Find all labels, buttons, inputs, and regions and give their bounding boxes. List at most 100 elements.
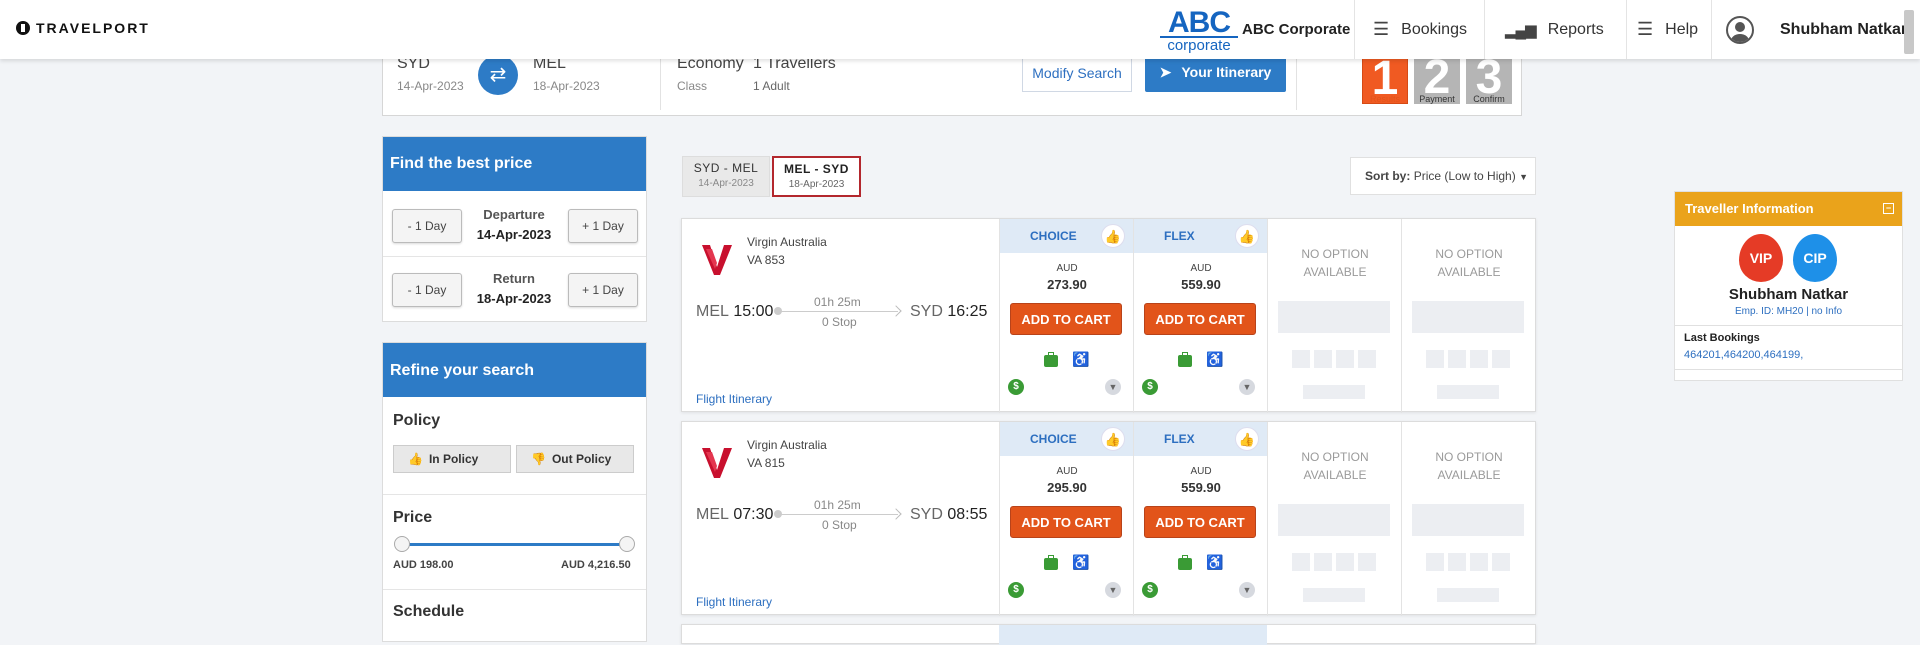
virgin-australia-logo (702, 245, 732, 275)
return-minus-day-button[interactable]: - 1 Day (392, 273, 462, 307)
swap-route-button[interactable]: ⇄ (478, 55, 518, 95)
flight-itinerary-link[interactable]: Flight Itinerary (696, 392, 772, 406)
chevron-down-icon[interactable]: ▼ (1239, 582, 1255, 598)
no-option-column: NO OPTION AVAILABLE (1401, 219, 1535, 413)
flight-card: Virgin Australia VA 815 MEL 07:30 01h 25… (681, 421, 1536, 616)
add-to-cart-button[interactable]: ADD TO CART (1010, 303, 1122, 335)
add-to-cart-button[interactable]: ADD TO CART (1010, 506, 1122, 538)
chevron-down-icon[interactable]: ▼ (1105, 379, 1121, 395)
add-to-cart-button[interactable]: ADD TO CART (1144, 506, 1256, 538)
no-option-column: NO OPTION AVAILABLE (1267, 219, 1401, 413)
no-option-text: NO OPTION AVAILABLE (1301, 247, 1369, 279)
tab-mel-syd[interactable]: MEL - SYD 18-Apr-2023 (772, 156, 861, 197)
price-slider-min-handle[interactable] (394, 536, 410, 552)
brand-name: TRAVELPORT (36, 20, 150, 36)
divider (383, 256, 646, 257)
scrollbar-thumb[interactable] (1904, 10, 1914, 54)
fare-currency: AUD (1190, 263, 1212, 274)
placeholder-block (1336, 350, 1354, 368)
divider (383, 494, 646, 495)
placeholder-block (1412, 504, 1524, 536)
price-slider-max-handle[interactable] (619, 536, 635, 552)
refund-dollar-icon: $ (1142, 379, 1158, 395)
fare-flex: FLEX 👍 AUD 559.90 ADD TO CART ♿ $ ▼ (1133, 219, 1267, 413)
corporate-logo-text: ABC (1168, 6, 1231, 39)
fare-name: CHOICE (1030, 432, 1077, 446)
stop-count: 0 Stop (822, 518, 857, 532)
menu-icon: ☰ (1637, 19, 1654, 39)
sort-dropdown[interactable]: Sort by: Price (Low to High) ▼ (1350, 157, 1536, 195)
collapse-icon[interactable]: − (1883, 203, 1894, 214)
placeholder-block (1448, 350, 1466, 368)
divider (1675, 369, 1902, 370)
tab-date: 14-Apr-2023 (698, 178, 754, 189)
fare-name: FLEX (1164, 229, 1195, 243)
sort-value: Price (Low to High) (1413, 169, 1516, 183)
placeholder-block (1278, 504, 1390, 536)
departure: MEL 15:00 (696, 303, 773, 321)
corporate-logo: ABC corporate (1160, 8, 1238, 53)
placeholder-block (1470, 553, 1488, 571)
airline-name: Virgin Australia (747, 438, 827, 452)
flight-number: VA 853 (747, 253, 785, 267)
seat-icon: ♿ (1206, 351, 1224, 367)
seat-icon: ♿ (1072, 554, 1090, 570)
seat-icon: ♿ (1072, 351, 1090, 367)
flight-duration: 01h 25m (814, 498, 861, 512)
chevron-down-icon[interactable]: ▼ (1105, 582, 1121, 598)
corporate-logo-subtext: corporate (1160, 36, 1238, 53)
flight-number: VA 815 (747, 456, 785, 470)
user-menu[interactable]: Shubham Natkar (1711, 0, 1907, 59)
fare-header-partial (999, 625, 1267, 645)
route-line (774, 510, 898, 518)
return-date: 18-Apr-2023 (476, 291, 552, 306)
thumbs-up-icon: 👍 (1235, 427, 1259, 451)
departure-label: Departure (483, 207, 545, 222)
step-2-label: Payment (1419, 94, 1455, 104)
arrival: SYD 08:55 (910, 506, 987, 524)
step-3-label: Confirm (1473, 94, 1505, 104)
placeholder-block (1336, 553, 1354, 571)
refine-title: Refine your search (383, 343, 646, 397)
nav-help[interactable]: ☰ Help (1626, 0, 1711, 59)
travelport-logo[interactable]: TRAVELPORT (16, 20, 150, 36)
return-plus-day-button[interactable]: + 1 Day (568, 273, 638, 307)
chevron-down-icon[interactable]: ▼ (1239, 379, 1255, 395)
price-min: AUD 198.00 (393, 559, 454, 571)
departure-plus-day-button[interactable]: + 1 Day (568, 209, 638, 243)
departure-minus-day-button[interactable]: - 1 Day (392, 209, 462, 243)
return-label: Return (493, 271, 535, 286)
thumbs-up-icon: 👍 (1101, 224, 1125, 248)
departure-date: 14-Apr-2023 (476, 227, 552, 242)
fare-price: 273.90 (1047, 277, 1087, 292)
nav-bookings[interactable]: ☰ Bookings (1354, 0, 1484, 59)
user-avatar-icon (1726, 15, 1754, 44)
swap-icon: ⇄ (489, 64, 507, 86)
thumbs-up-icon: 👍 (408, 452, 423, 466)
departure-time: 15:00 (733, 303, 774, 320)
fare-price: 295.90 (1047, 480, 1087, 495)
in-policy-filter[interactable]: 👍 In Policy (393, 445, 511, 473)
last-bookings-links[interactable]: 464201,464200,464199, (1684, 349, 1803, 361)
placeholder-block (1292, 350, 1310, 368)
in-policy-label: In Policy (428, 452, 479, 466)
destination-date: 18-Apr-2023 (533, 79, 600, 93)
top-navigation: TRAVELPORT ABC corporate ABC Corporate ☰… (0, 0, 1920, 59)
seat-icon: ♿ (1206, 554, 1224, 570)
bar-chart-icon: ▂▄▆ (1505, 21, 1537, 39)
flight-duration: 01h 25m (814, 295, 861, 309)
placeholder-block (1437, 385, 1499, 399)
fare-currency: AUD (1056, 466, 1078, 477)
price-slider-track[interactable] (401, 543, 627, 546)
placeholder-block (1412, 301, 1524, 333)
baggage-icon (1178, 352, 1192, 367)
out-policy-filter[interactable]: 👎 Out Policy (516, 445, 634, 473)
nav-reports[interactable]: ▂▄▆ Reports (1484, 0, 1626, 59)
add-to-cart-button[interactable]: ADD TO CART (1144, 303, 1256, 335)
tab-syd-mel[interactable]: SYD - MEL 14-Apr-2023 (682, 156, 770, 197)
corporate-name: ABC Corporate (1242, 21, 1351, 38)
travelport-logo-icon (16, 21, 30, 35)
schedule-title: Schedule (393, 603, 465, 620)
placeholder-block (1278, 301, 1390, 333)
flight-itinerary-link[interactable]: Flight Itinerary (696, 595, 772, 609)
